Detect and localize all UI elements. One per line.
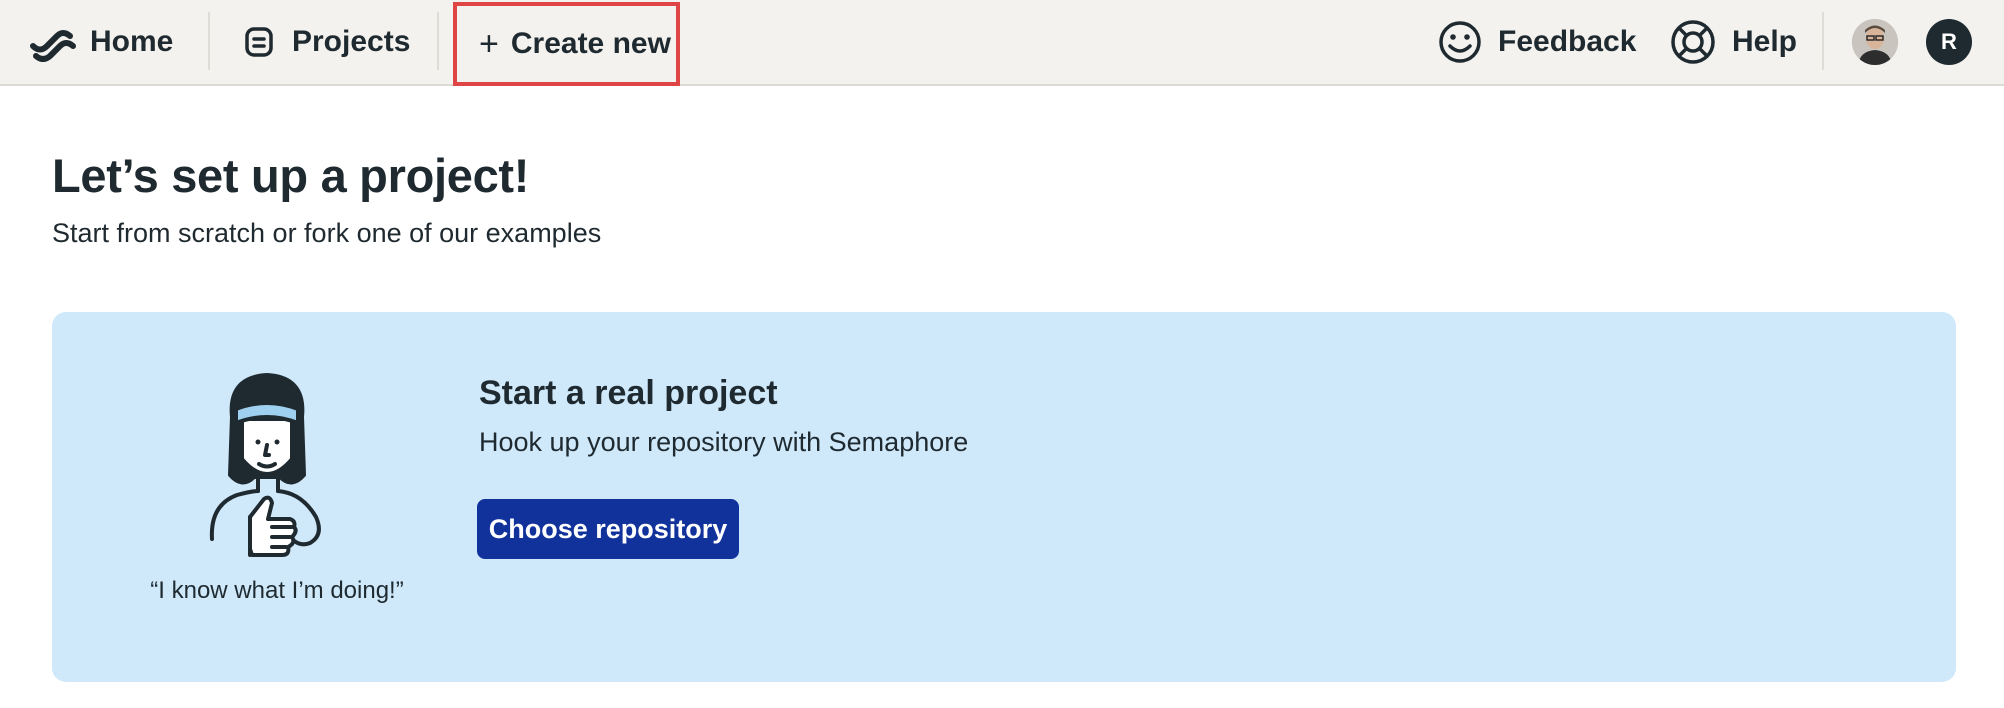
nav-feedback-label: Feedback (1498, 25, 1637, 58)
top-navigation-bar: Home Projects + Create new Feedback Help… (0, 0, 2004, 86)
page-title: Let’s set up a project! (52, 149, 530, 202)
page-subtitle: Start from scratch or fork one of our ex… (52, 218, 602, 248)
nav-home[interactable]: Home (30, 0, 173, 84)
nav-divider (208, 12, 210, 70)
nav-help[interactable]: Help (1670, 0, 1797, 84)
semaphore-logo-icon (30, 22, 76, 62)
nav-projects[interactable]: Projects (244, 0, 410, 84)
start-real-project-card: “I know what I’m doing!” Start a real pr… (52, 312, 1956, 682)
nav-feedback[interactable]: Feedback (1438, 0, 1636, 84)
user-avatar-photo[interactable] (1852, 19, 1898, 65)
create-new-label: Create new (510, 27, 671, 60)
card-description: Hook up your repository with Semaphore (479, 427, 969, 457)
nav-home-label: Home (90, 25, 174, 58)
projects-icon (244, 26, 274, 58)
nav-divider (437, 12, 439, 70)
smiley-icon (1438, 20, 1482, 64)
organization-avatar[interactable]: R (1926, 19, 1972, 65)
plus-icon: + (479, 25, 499, 63)
create-new-button[interactable]: + Create new (453, 2, 680, 86)
lifebuoy-icon (1670, 19, 1716, 65)
nav-divider (1822, 12, 1824, 70)
choose-repository-button[interactable]: Choose repository (477, 499, 739, 559)
card-title: Start a real project (479, 374, 778, 412)
thumbs-up-person-illustration-icon (192, 367, 342, 572)
nav-help-label: Help (1732, 25, 1798, 58)
nav-projects-label: Projects (292, 25, 411, 58)
illustration-caption: “I know what I’m doing!” (150, 577, 404, 604)
